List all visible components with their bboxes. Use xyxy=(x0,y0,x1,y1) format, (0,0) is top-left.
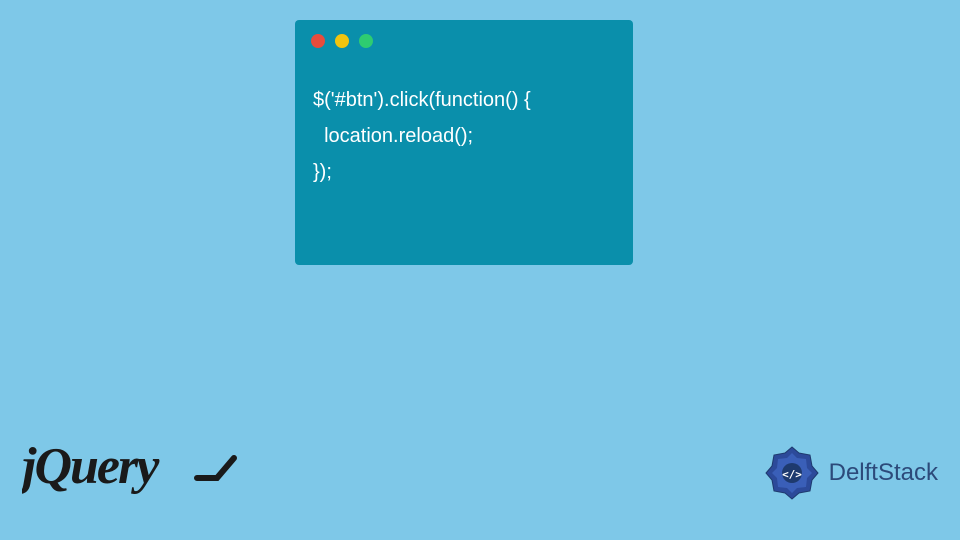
delftstack-logo: </> DelftStack xyxy=(763,444,938,502)
svg-text:jQuery: jQuery xyxy=(22,438,160,495)
jquery-logo: jQuery xyxy=(22,438,242,512)
delftstack-icon: </> xyxy=(763,444,821,502)
code-line-2: location.reload(); xyxy=(313,118,615,154)
code-content: $('#btn').click(function() { location.re… xyxy=(295,62,633,210)
window-controls xyxy=(295,20,633,62)
close-icon xyxy=(311,34,325,48)
delftstack-text: DelftStack xyxy=(829,459,938,487)
svg-text:</>: </> xyxy=(782,468,802,481)
code-line-3: }); xyxy=(313,154,615,190)
jquery-logo-icon: jQuery xyxy=(22,438,242,498)
maximize-icon xyxy=(359,34,373,48)
code-window: $('#btn').click(function() { location.re… xyxy=(295,20,633,265)
minimize-icon xyxy=(335,34,349,48)
code-line-1: $('#btn').click(function() { xyxy=(313,82,615,118)
